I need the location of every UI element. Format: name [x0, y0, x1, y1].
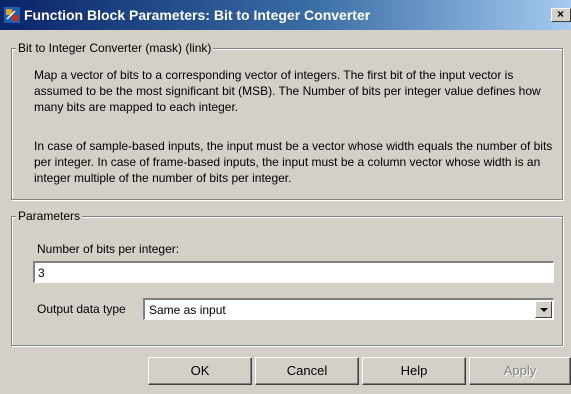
output-data-type-select[interactable]: Same as input [143, 298, 554, 320]
cancel-button[interactable]: Cancel [255, 357, 359, 385]
title-bar[interactable]: Function Block Parameters: Bit to Intege… [0, 0, 571, 30]
dialog-window: Function Block Parameters: Bit to Intege… [0, 0, 571, 394]
description-legend: Bit to Integer Converter (mask) (link) [16, 41, 214, 55]
ok-button[interactable]: OK [148, 357, 252, 385]
description-paragraph-2: In case of sample-based inputs, the inpu… [34, 139, 553, 185]
bits-per-integer-field[interactable] [33, 261, 554, 283]
parameters-legend: Parameters [16, 209, 83, 223]
bits-per-integer-label: Number of bits per integer: [37, 242, 180, 256]
chevron-down-icon[interactable] [535, 301, 552, 318]
window-title: Function Block Parameters: Bit to Intege… [24, 7, 371, 23]
apply-button[interactable]: Apply [469, 357, 571, 385]
close-icon[interactable]: × [551, 8, 571, 22]
simulink-block-icon [4, 7, 20, 23]
description-paragraph-1: Map a vector of bits to a corresponding … [34, 68, 541, 114]
output-data-type-label: Output data type [37, 302, 126, 316]
output-data-type-value: Same as input [149, 303, 226, 317]
help-button[interactable]: Help [362, 357, 466, 385]
